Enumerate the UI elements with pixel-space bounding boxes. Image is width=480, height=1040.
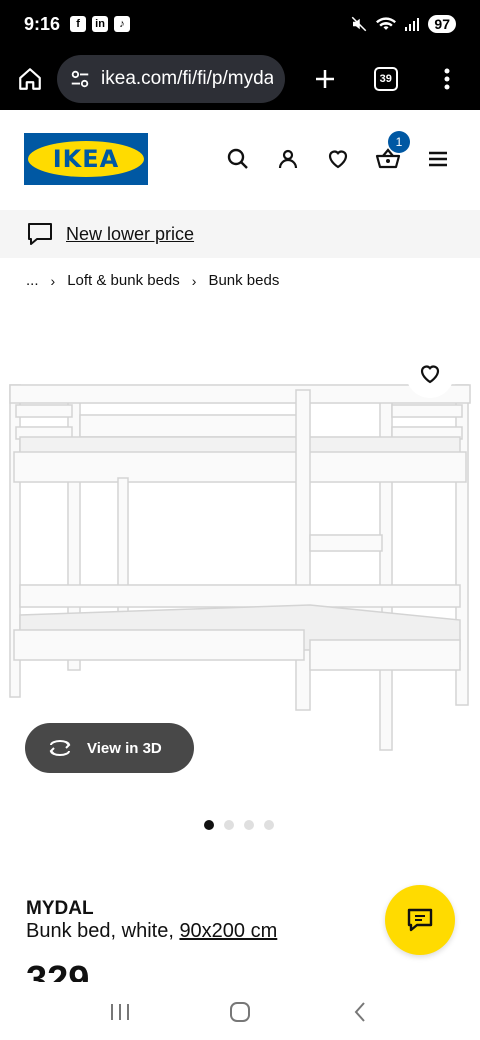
new-lower-price-link[interactable]: New lower price <box>66 224 194 245</box>
product-description: Bunk bed, white, 90x200 cm <box>26 920 277 943</box>
home-button[interactable] <box>12 61 47 97</box>
image-carousel-dots <box>204 820 274 830</box>
chat-button[interactable] <box>385 885 455 955</box>
status-app-icons: f in ♪ <box>70 16 131 32</box>
recent-apps-icon <box>111 1004 129 1020</box>
add-to-favourites-button[interactable] <box>406 350 454 398</box>
heart-icon <box>420 365 440 384</box>
view-in-3d-button[interactable]: View in 3D <box>25 723 194 773</box>
price-banner: New lower price <box>0 210 480 258</box>
linkedin-icon: in <box>92 16 109 32</box>
chevron-right-icon: › <box>50 272 56 289</box>
status-right: 97 <box>350 15 456 33</box>
url-text: ikea.com/fi/fi/p/mydal <box>101 68 274 89</box>
logo-text: IKEA <box>52 145 120 173</box>
view-in-3d-label: View in 3D <box>87 739 162 757</box>
plus-icon <box>315 70 334 88</box>
basket-count-badge: 1 <box>388 131 410 153</box>
breadcrumb-loft-bunk-beds[interactable]: Loft & bunk beds <box>67 272 180 289</box>
back-chevron-icon <box>354 1002 365 1022</box>
tiktok-icon: ♪ <box>114 16 131 32</box>
ikea-logo[interactable]: IKEA <box>24 133 148 185</box>
user-icon <box>278 149 298 169</box>
status-time: 9:16 <box>24 13 61 34</box>
breadcrumb: ... › Loft & bunk beds › Bunk beds <box>26 272 279 289</box>
facebook-icon: f <box>70 16 87 32</box>
browser-toolbar: ikea.com/fi/fi/p/mydal 39 <box>0 48 480 110</box>
carousel-dot[interactable] <box>204 820 214 830</box>
carousel-dot[interactable] <box>264 820 274 830</box>
home-nav-button[interactable] <box>220 992 260 1032</box>
breadcrumb-bunk-beds[interactable]: Bunk beds <box>208 272 279 289</box>
search-button[interactable] <box>220 141 256 177</box>
home-circle-icon <box>230 1002 250 1022</box>
product-price: 329 <box>26 959 90 982</box>
tab-switcher-button[interactable]: 39 <box>364 57 407 101</box>
recent-apps-button[interactable] <box>100 992 140 1032</box>
rotate-3d-icon <box>49 740 71 756</box>
wifi-icon <box>376 17 397 30</box>
signal-icon <box>405 18 420 31</box>
product-name: MYDAL <box>26 898 94 919</box>
back-button[interactable] <box>340 992 380 1032</box>
browser-menu-button[interactable] <box>425 57 468 101</box>
hamburger-icon <box>429 151 447 167</box>
heart-icon <box>328 150 348 169</box>
product-size-link[interactable]: 90x200 cm <box>179 920 277 942</box>
tab-count: 39 <box>373 67 398 91</box>
basket-button[interactable]: 1 <box>370 131 410 177</box>
more-vertical-icon <box>444 68 450 90</box>
site-header: IKEA 1 <box>0 110 480 208</box>
speech-bubble-icon <box>28 223 52 245</box>
new-tab-button[interactable] <box>303 57 346 101</box>
home-icon <box>18 68 41 90</box>
site-settings-icon[interactable] <box>69 68 91 90</box>
chat-icon <box>407 908 433 932</box>
address-bar[interactable]: ikea.com/fi/fi/p/mydal <box>57 55 286 103</box>
account-button[interactable] <box>270 141 306 177</box>
product-desc-text: Bunk bed, white, <box>26 920 180 942</box>
header-actions: 1 <box>220 131 456 177</box>
system-nav-bar <box>0 984 480 1040</box>
chevron-right-icon: › <box>191 272 197 289</box>
carousel-dot[interactable] <box>244 820 254 830</box>
search-icon <box>227 148 248 169</box>
favourites-button[interactable] <box>320 141 356 177</box>
carousel-dot[interactable] <box>224 820 234 830</box>
mute-icon <box>352 16 367 32</box>
status-bar: 9:16 f in ♪ 97 <box>0 0 480 48</box>
breadcrumb-root[interactable]: ... <box>26 272 39 289</box>
menu-button[interactable] <box>420 141 456 177</box>
battery-level: 97 <box>428 15 456 33</box>
logo-oval: IKEA <box>28 141 144 177</box>
